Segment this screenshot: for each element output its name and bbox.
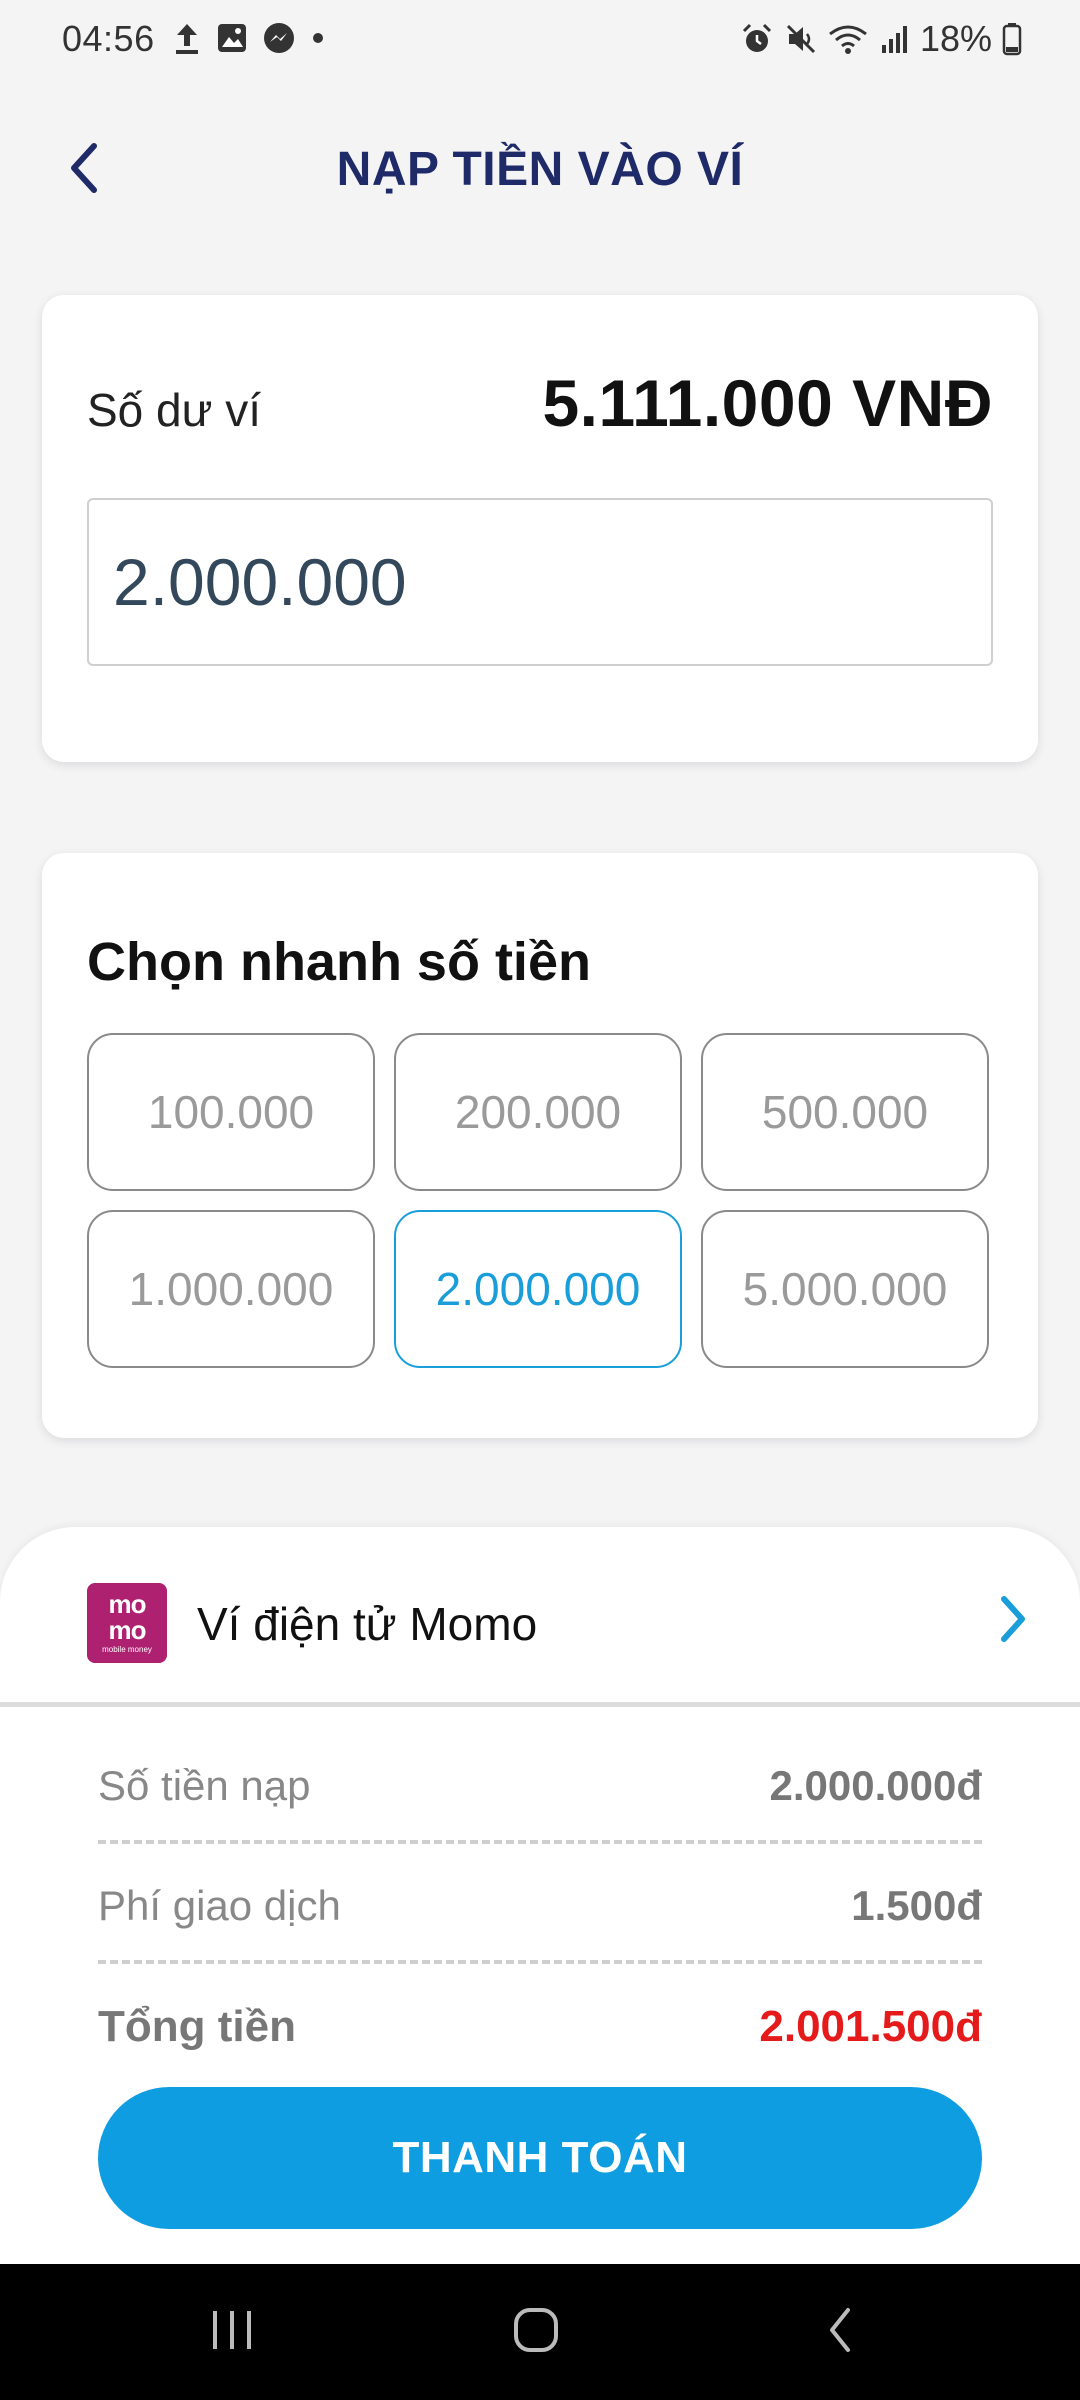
upload-icon xyxy=(172,20,202,56)
quick-select-title: Chọn nhanh số tiền xyxy=(87,932,591,992)
battery-icon xyxy=(1002,22,1022,56)
back-icon xyxy=(820,2302,860,2363)
quick-select-card: Chọn nhanh số tiền 100.000 200.000 500.0… xyxy=(42,853,1038,1438)
alarm-icon xyxy=(740,22,774,56)
payment-sheet: mo mo mobile money Ví điện tử Momo Số ti… xyxy=(0,1527,1080,2264)
dot-icon xyxy=(310,30,326,46)
total-value: 2.001.500đ xyxy=(759,2002,982,2051)
payment-method-row[interactable]: mo mo mobile money Ví điện tử Momo xyxy=(0,1527,1080,1702)
gallery-icon xyxy=(216,22,248,54)
page-title: NẠP TIỀN VÀO VÍ xyxy=(336,143,744,196)
total-label: Tổng tiền xyxy=(98,2002,296,2051)
dashed-divider xyxy=(98,1960,982,1964)
dashed-divider xyxy=(98,1840,982,1844)
deposit-value: 2.000.000đ xyxy=(769,1762,982,1809)
quick-amount-option-selected[interactable]: 2.000.000 xyxy=(394,1210,682,1368)
home-icon xyxy=(510,2304,562,2361)
quick-amount-option[interactable]: 1.000.000 xyxy=(87,1210,375,1368)
fee-label: Phí giao dịch xyxy=(98,1882,341,1929)
mute-icon xyxy=(784,22,818,56)
deposit-label: Số tiền nạp xyxy=(98,1762,311,1809)
fee-value: 1.500đ xyxy=(851,1882,982,1929)
system-back-button[interactable] xyxy=(780,2264,900,2400)
wifi-icon xyxy=(828,22,868,56)
balance-value: 5.111.000 VNĐ xyxy=(542,366,993,440)
total-row: Tổng tiền 2.001.500đ xyxy=(98,1992,982,2062)
quick-amount-option[interactable]: 5.000.000 xyxy=(701,1210,989,1368)
momo-logo: mo mo mobile money xyxy=(87,1583,167,1663)
messenger-icon xyxy=(262,21,296,55)
quick-amount-option[interactable]: 100.000 xyxy=(87,1033,375,1191)
status-bar: 04:56 18% xyxy=(0,0,1080,80)
balance-card: Số dư ví 5.111.000 VNĐ xyxy=(42,295,1038,762)
balance-label: Số dư ví xyxy=(87,384,261,436)
payment-method-name: Ví điện tử Momo xyxy=(197,1598,538,1650)
quick-amount-option[interactable]: 500.000 xyxy=(701,1033,989,1191)
quick-select-grid: 100.000 200.000 500.000 1.000.000 2.000.… xyxy=(87,1033,993,1368)
battery-percent: 18% xyxy=(919,18,992,59)
status-time: 04:56 xyxy=(62,18,155,59)
deposit-amount-row: Số tiền nạp 2.000.000đ xyxy=(98,1752,982,1822)
recents-button[interactable] xyxy=(172,2264,292,2400)
home-button[interactable] xyxy=(476,2264,596,2400)
quick-amount-option[interactable]: 200.000 xyxy=(394,1033,682,1191)
status-left-icons xyxy=(172,20,326,56)
pay-button[interactable]: THANH TOÁN xyxy=(98,2087,982,2229)
sheet-divider xyxy=(0,1702,1080,1707)
signal-icon xyxy=(878,23,910,55)
system-nav-bar xyxy=(0,2264,1080,2400)
amount-input[interactable] xyxy=(87,498,993,666)
fee-row: Phí giao dịch 1.500đ xyxy=(98,1872,982,1942)
status-right-icons: 18% xyxy=(740,18,1022,60)
app-header: NẠP TIỀN VÀO VÍ xyxy=(0,120,1080,220)
recents-icon xyxy=(207,2305,257,2360)
momo-logo-subtext: mobile money xyxy=(102,1645,152,1654)
chevron-right-icon[interactable] xyxy=(988,1591,1038,1647)
